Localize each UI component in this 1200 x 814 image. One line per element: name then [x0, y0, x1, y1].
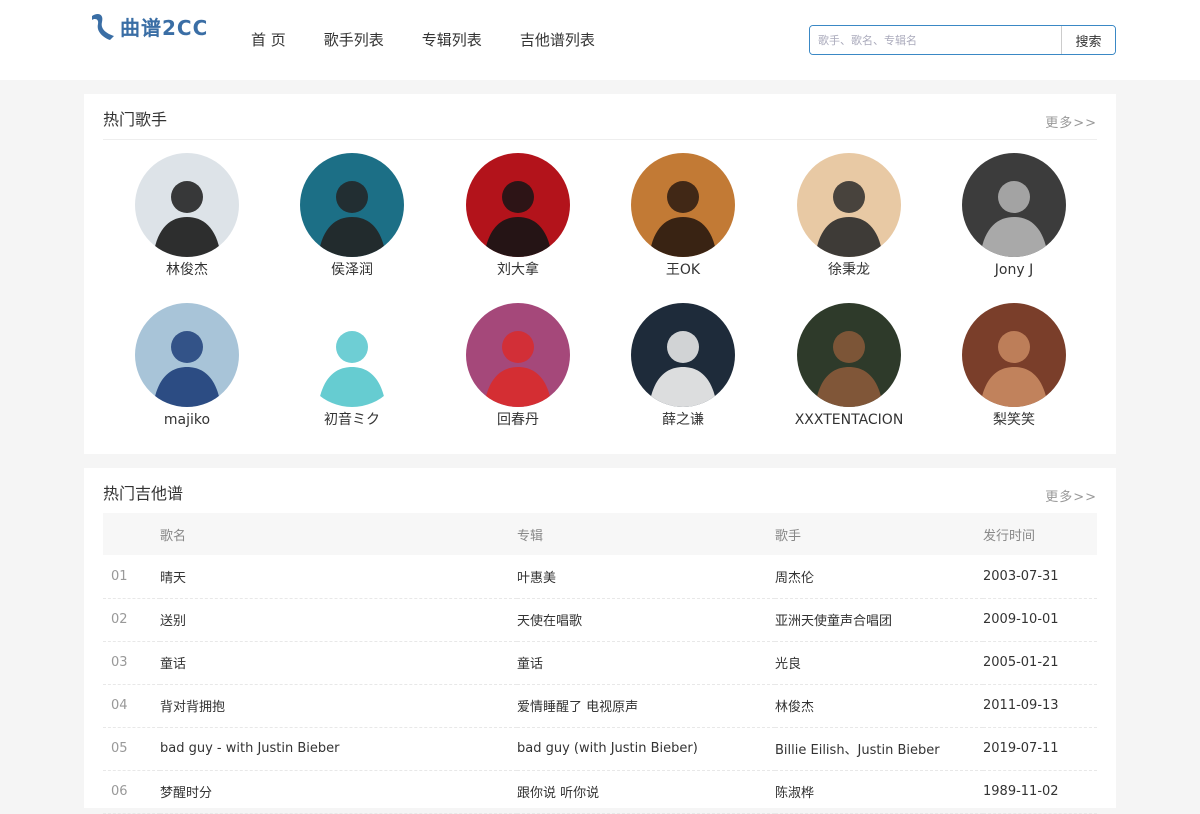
- row-date: 2011-09-13: [983, 684, 1097, 728]
- singer-avatar[interactable]: [797, 303, 901, 407]
- singer-name[interactable]: 王OK: [613, 260, 753, 280]
- table-row[interactable]: 02 送别 天使在唱歌 亚洲天使童声合唱团 2009-10-01: [103, 598, 1097, 642]
- row-album[interactable]: 童话: [517, 641, 775, 685]
- row-index: 02: [103, 598, 160, 642]
- table-row[interactable]: 04 背对背拥抱 爱情睡醒了 电视原声 林俊杰 2011-09-13: [103, 684, 1097, 728]
- singer-item[interactable]: 初音ミク: [282, 303, 422, 430]
- row-artist[interactable]: 周杰伦: [775, 555, 983, 599]
- row-artist[interactable]: 陈淑桦: [775, 770, 983, 814]
- hot-singers-more-link[interactable]: 更多>>: [1045, 112, 1097, 131]
- row-album[interactable]: 跟你说 听你说: [517, 770, 775, 814]
- singer-avatar[interactable]: [466, 153, 570, 257]
- row-index: 01: [103, 555, 160, 599]
- row-artist[interactable]: Billie Eilish、Justin Bieber: [775, 727, 983, 771]
- row-album[interactable]: bad guy (with Justin Bieber): [517, 727, 775, 771]
- col-date: 发行时间: [983, 513, 1097, 555]
- singer-name[interactable]: majiko: [117, 410, 257, 430]
- nav-guitar-tabs[interactable]: 吉他谱列表: [520, 28, 595, 52]
- nav-home[interactable]: 首 页: [251, 28, 286, 52]
- row-artist[interactable]: 光良: [775, 641, 983, 685]
- row-date: 2005-01-21: [983, 641, 1097, 685]
- row-artist[interactable]: 亚洲天使童声合唱团: [775, 598, 983, 642]
- col-index: [103, 513, 160, 555]
- singer-avatar[interactable]: [962, 153, 1066, 257]
- row-index: 04: [103, 684, 160, 728]
- singer-name[interactable]: 回春丹: [448, 410, 588, 430]
- singer-name[interactable]: Jony J: [944, 260, 1084, 280]
- singer-item[interactable]: 回春丹: [448, 303, 588, 430]
- row-album[interactable]: 叶惠美: [517, 555, 775, 599]
- table-row[interactable]: 03 童话 童话 光良 2005-01-21: [103, 641, 1097, 685]
- hot-singers-header: 热门歌手 更多>>: [103, 109, 1097, 140]
- singer-avatar[interactable]: [631, 153, 735, 257]
- singer-item[interactable]: 薛之谦: [613, 303, 753, 430]
- row-index: 05: [103, 727, 160, 771]
- singer-avatar[interactable]: [300, 153, 404, 257]
- table-row[interactable]: 05 bad guy - with Justin Bieber bad guy (w…: [103, 727, 1097, 771]
- guitar-logo-icon: [92, 14, 114, 40]
- singer-item[interactable]: 徐秉龙: [779, 153, 919, 280]
- singer-item[interactable]: 刘大拿: [448, 153, 588, 280]
- singer-avatar[interactable]: [962, 303, 1066, 407]
- search-box: 搜索: [809, 25, 1116, 55]
- hot-singers-panel: 热门歌手 更多>> 林俊杰 侯泽润 刘大拿 王OK 徐秉龙 Jony J majiko 初音ミ…: [84, 94, 1116, 454]
- singer-name[interactable]: 刘大拿: [448, 260, 588, 280]
- singer-name[interactable]: XXXTENTACION: [779, 410, 919, 430]
- singer-item[interactable]: majiko: [117, 303, 257, 430]
- logo-text: 曲谱2CC: [120, 15, 209, 40]
- singer-item[interactable]: 王OK: [613, 153, 753, 280]
- singer-avatar[interactable]: [135, 303, 239, 407]
- site-logo[interactable]: 曲谱2CC: [90, 6, 230, 46]
- nav-albums[interactable]: 专辑列表: [422, 28, 482, 52]
- row-song[interactable]: 送别: [160, 598, 517, 642]
- hot-tabs-table: 歌名 专辑 歌手 发行时间 01 晴天 叶惠美 周杰伦 2003-07-31 02 送别 天使…: [103, 513, 1097, 814]
- row-song[interactable]: 背对背拥抱: [160, 684, 517, 728]
- singer-name[interactable]: 初音ミク: [282, 410, 422, 430]
- singer-item[interactable]: XXXTENTACION: [779, 303, 919, 430]
- col-album: 专辑: [517, 513, 775, 555]
- singer-avatar[interactable]: [797, 153, 901, 257]
- singer-name[interactable]: 侯泽润: [282, 260, 422, 280]
- table-row[interactable]: 01 晴天 叶惠美 周杰伦 2003-07-31: [103, 555, 1097, 599]
- col-song: 歌名: [160, 513, 517, 555]
- row-song[interactable]: bad guy - with Justin Bieber: [160, 727, 517, 771]
- hot-tabs-panel: 热门吉他谱 更多>> 歌名 专辑 歌手 发行时间 01 晴天 叶惠美 周杰伦 2003-…: [84, 468, 1116, 814]
- row-index: 03: [103, 641, 160, 685]
- singer-avatar[interactable]: [135, 153, 239, 257]
- row-song[interactable]: 童话: [160, 641, 517, 685]
- singer-item[interactable]: Jony J: [944, 153, 1084, 280]
- singer-avatar[interactable]: [300, 303, 404, 407]
- table-row[interactable]: 06 梦醒时分 跟你说 听你说 陈淑桦 1989-11-02: [103, 770, 1097, 814]
- singer-name[interactable]: 薛之谦: [613, 410, 753, 430]
- row-date: 1989-11-02: [983, 770, 1097, 814]
- row-artist[interactable]: 林俊杰: [775, 684, 983, 728]
- table-header-row: 歌名 专辑 歌手 发行时间: [103, 513, 1097, 555]
- singer-item[interactable]: 林俊杰: [117, 153, 257, 280]
- singer-name[interactable]: 梨笑笑: [944, 410, 1084, 430]
- row-date: 2019-07-11: [983, 727, 1097, 771]
- row-album[interactable]: 爱情睡醒了 电视原声: [517, 684, 775, 728]
- singer-name[interactable]: 徐秉龙: [779, 260, 919, 280]
- row-date: 2009-10-01: [983, 598, 1097, 642]
- row-song[interactable]: 梦醒时分: [160, 770, 517, 814]
- hot-tabs-title: 热门吉他谱: [103, 484, 184, 503]
- hot-tabs-header: 热门吉他谱 更多>>: [103, 483, 1097, 514]
- search-input[interactable]: [810, 26, 1061, 54]
- singer-item[interactable]: 侯泽润: [282, 153, 422, 280]
- singer-avatar[interactable]: [466, 303, 570, 407]
- header: 曲谱2CC 首 页 歌手列表 专辑列表 吉他谱列表 搜索: [0, 0, 1200, 80]
- singer-name[interactable]: 林俊杰: [117, 260, 257, 280]
- singer-avatar[interactable]: [631, 303, 735, 407]
- row-index: 06: [103, 770, 160, 814]
- hot-singers-title: 热门歌手: [103, 110, 168, 129]
- main-nav: 首 页 歌手列表 专辑列表 吉他谱列表: [251, 28, 633, 52]
- singer-item[interactable]: 梨笑笑: [944, 303, 1084, 430]
- search-button[interactable]: 搜索: [1061, 26, 1115, 54]
- row-song[interactable]: 晴天: [160, 555, 517, 599]
- col-artist: 歌手: [775, 513, 983, 555]
- hot-tabs-more-link[interactable]: 更多>>: [1045, 486, 1097, 505]
- row-date: 2003-07-31: [983, 555, 1097, 599]
- nav-singers[interactable]: 歌手列表: [324, 28, 384, 52]
- row-album[interactable]: 天使在唱歌: [517, 598, 775, 642]
